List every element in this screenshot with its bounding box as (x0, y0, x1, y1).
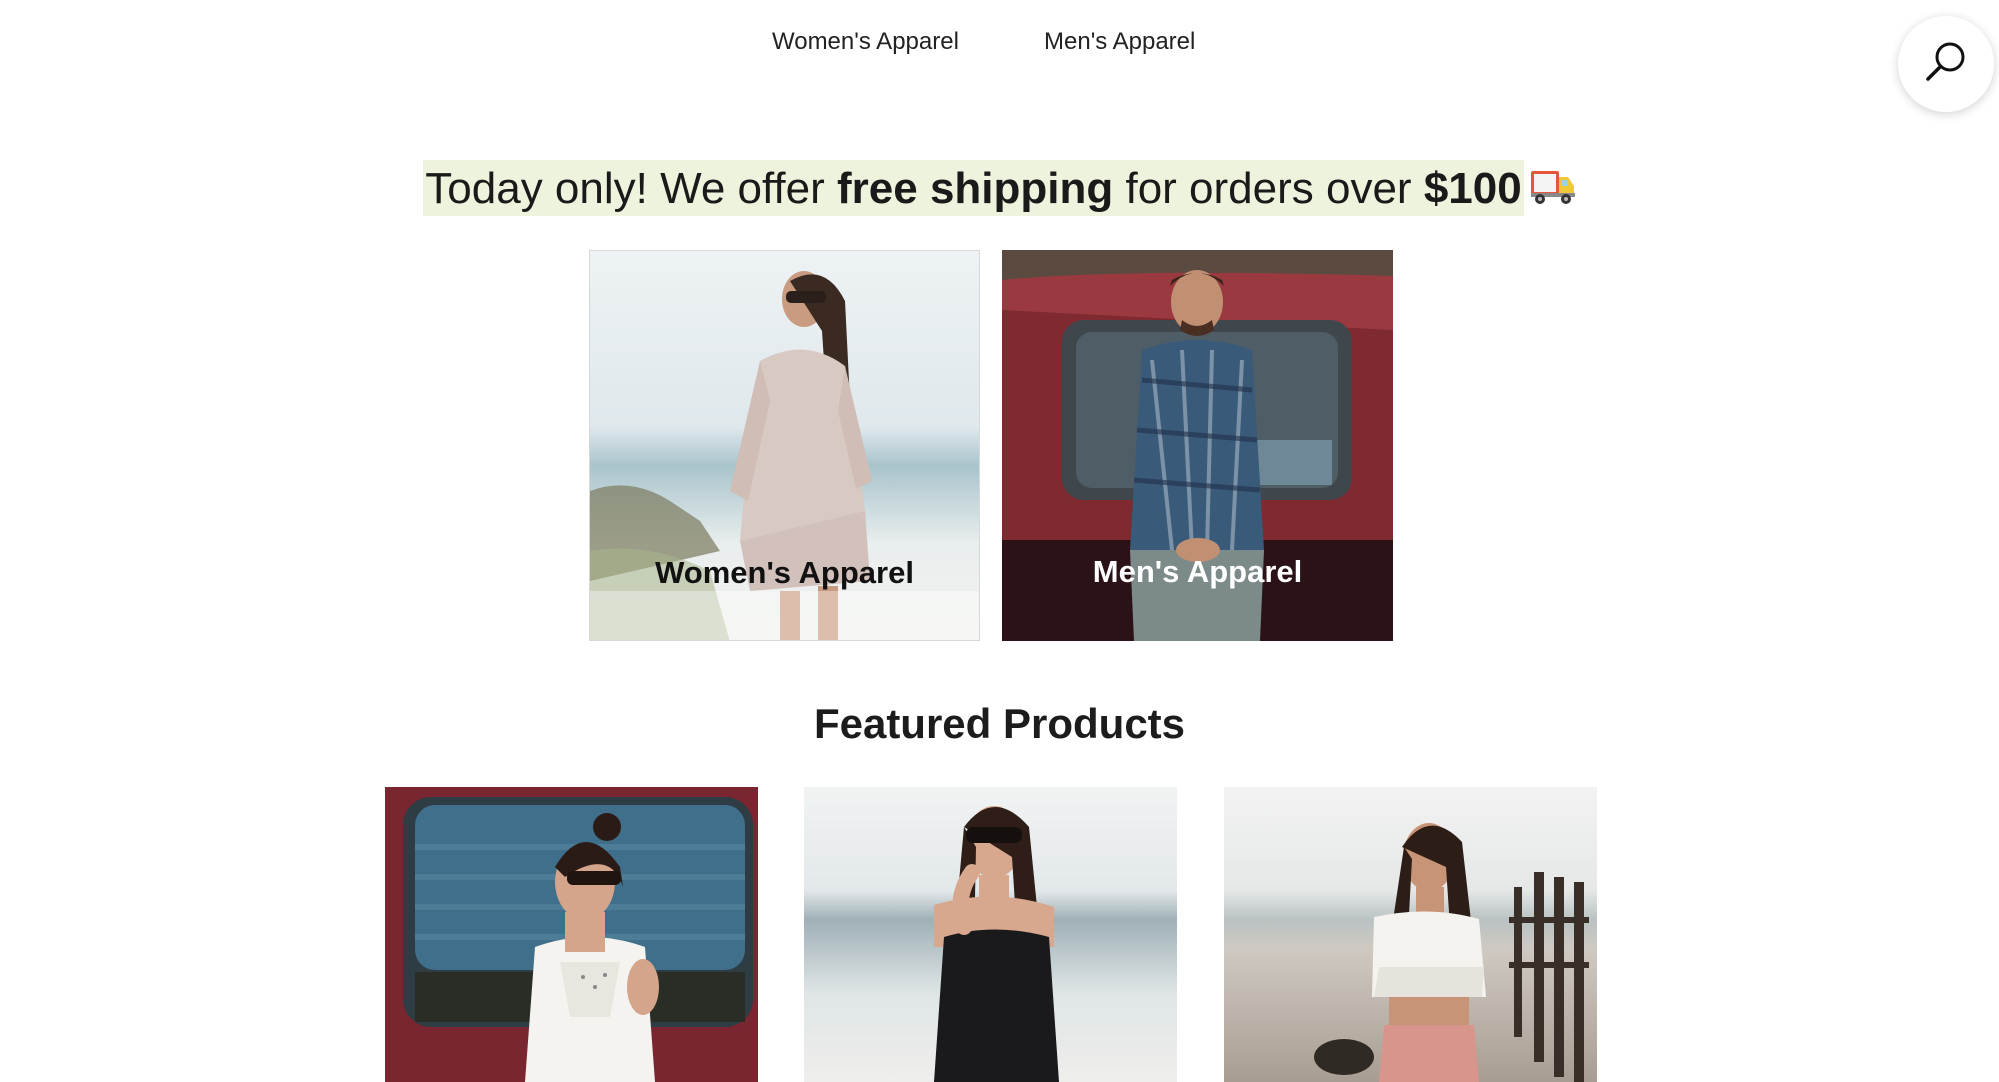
announcement-bold-free-shipping: free shipping (837, 164, 1114, 213)
top-nav: Women's Apparel Men's Apparel (0, 28, 1999, 68)
announcement-text: Today only! We offer free shipping for o… (423, 160, 1524, 216)
product-card[interactable] (1224, 787, 1597, 1082)
product-card[interactable] (385, 787, 758, 1082)
category-label-mens: Men's Apparel (1092, 554, 1303, 589)
search-icon (1922, 38, 1970, 91)
category-tile-mens-apparel[interactable]: Men's Apparel (1002, 250, 1393, 641)
product-card[interactable] (804, 787, 1177, 1082)
announcement-bar: Today only! We offer free shipping for o… (0, 160, 1999, 216)
product-image (804, 787, 1177, 1082)
delivery-truck-icon (1530, 165, 1576, 212)
search-button[interactable] (1898, 16, 1994, 112)
nav-link-womens-apparel[interactable]: Women's Apparel (772, 28, 959, 56)
featured-products-heading: Featured Products (813, 700, 1186, 747)
nav-link-mens-apparel[interactable]: Men's Apparel (1044, 28, 1195, 56)
category-tile-womens-apparel[interactable]: Women's Apparel (589, 250, 980, 641)
product-image (385, 787, 758, 1082)
category-label-womens: Women's Apparel (655, 555, 914, 590)
announcement-bold-amount: $100 (1423, 164, 1522, 213)
product-image (1224, 787, 1597, 1082)
